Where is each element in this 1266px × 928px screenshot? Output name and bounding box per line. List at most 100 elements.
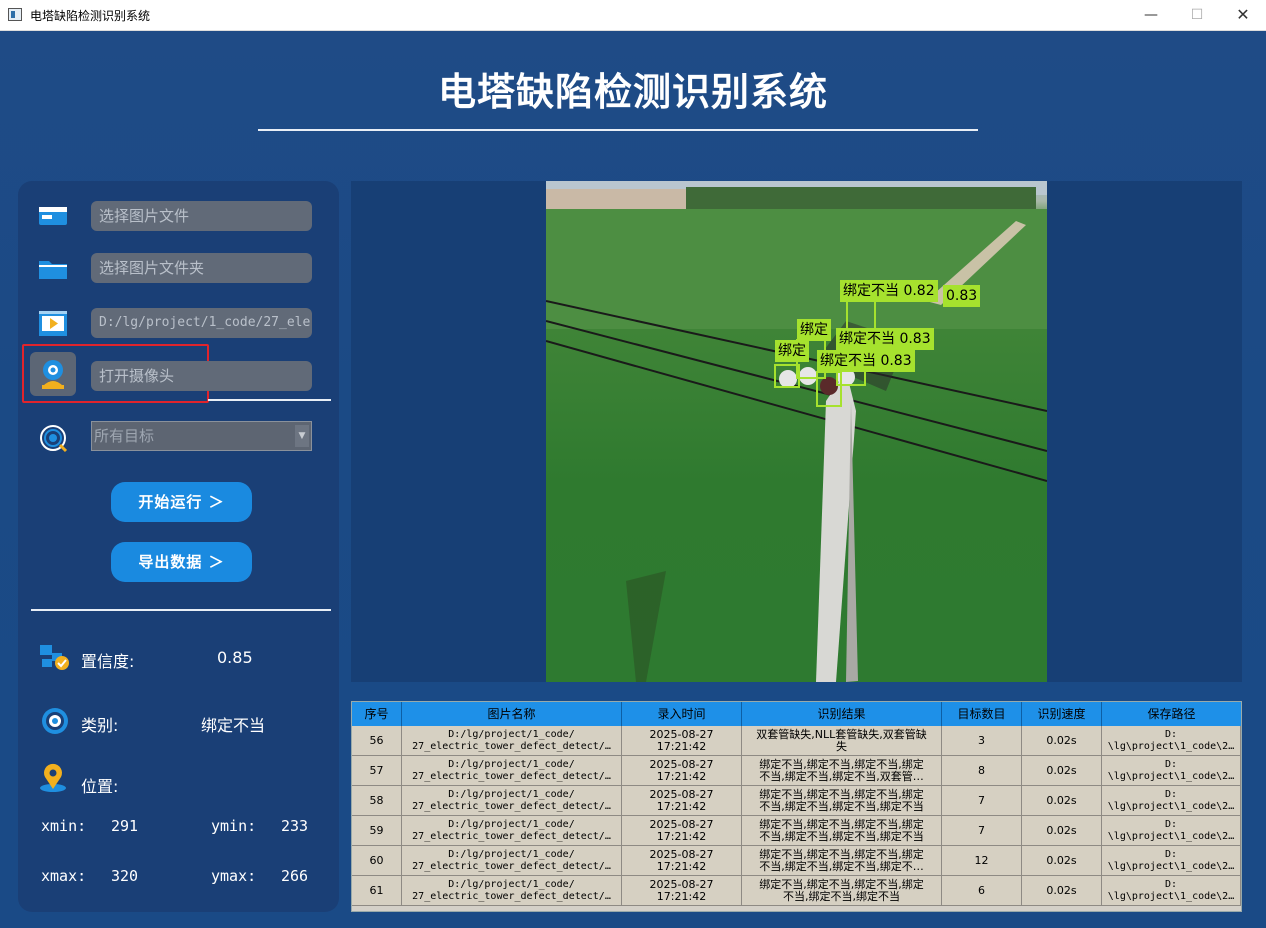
column-header[interactable]: 序号 — [352, 702, 402, 726]
table-cell-name: D:/lg/project/1_code/ 27_electric_tower_… — [402, 756, 622, 786]
table-cell-id: 56 — [352, 726, 402, 756]
class-label: 类别: — [81, 716, 119, 735]
table-cell-time: 2025-08-27 17:21:42 — [622, 876, 742, 906]
maximize-button[interactable]: ☐ — [1174, 0, 1220, 31]
ymax-value: 266 — [281, 867, 309, 885]
table-cell-time: 2025-08-27 17:21:42 — [622, 756, 742, 786]
table-cell-name: D:/lg/project/1_code/ 27_electric_tower_… — [402, 816, 622, 846]
location-icon — [40, 763, 66, 792]
xmax-value: 320 — [111, 867, 139, 885]
table-cell-id: 61 — [352, 876, 402, 906]
detection-label: 绑定不当 0.83 — [836, 328, 934, 350]
detection-image: 绑定不当 0.82 0.83 绑定 绑定不当 0.83 绑定 绑定不当 0.83 — [546, 181, 1047, 682]
table-cell-count: 8 — [942, 756, 1022, 786]
image-folder-input[interactable]: 选择图片文件夹 — [91, 253, 312, 283]
video-icon[interactable] — [36, 308, 70, 338]
column-header[interactable]: 识别结果 — [742, 702, 942, 726]
table-cell-time: 2025-08-27 17:21:42 — [622, 846, 742, 876]
table-cell-id: 60 — [352, 846, 402, 876]
table-cell-id: 59 — [352, 816, 402, 846]
column-header[interactable]: 目标数目 — [942, 702, 1022, 726]
export-button[interactable]: 导出数据 ＞ — [111, 542, 252, 582]
table-cell-count: 7 — [942, 816, 1022, 846]
video-path-input[interactable]: D:/lg/project/1_code/27_ele — [91, 308, 312, 338]
start-button[interactable]: 开始运行 ＞ — [111, 482, 252, 522]
target-select[interactable]: 所有目标 ▼ — [91, 421, 312, 451]
ymin-label: ymin: — [211, 817, 257, 835]
table-cell-speed: 0.02s — [1022, 726, 1102, 756]
table-cell-time: 2025-08-27 17:21:42 — [622, 816, 742, 846]
target-select-value: 所有目标 — [94, 427, 155, 445]
xmin-label: xmin: — [41, 817, 87, 835]
table-row[interactable]: 57 D:/lg/project/1_code/ 27_electric_towe… — [352, 756, 1241, 786]
table-row[interactable]: 60 D:/lg/project/1_code/ 27_electric_towe… — [352, 846, 1241, 876]
table-cell-count: 3 — [942, 726, 1022, 756]
detection-label: 绑定不当 0.83 — [817, 350, 915, 372]
window-title: 电塔缺陷检测识别系统 — [30, 9, 151, 23]
panel-divider — [31, 609, 331, 611]
table-cell-time: 2025-08-27 17:21:42 — [622, 786, 742, 816]
table-cell-path: D: \lg\project\1_code\2… — [1102, 786, 1241, 816]
ymin-value: 233 — [281, 817, 309, 835]
xmin-value: 291 — [111, 817, 139, 835]
xmax-label: xmax: — [41, 867, 87, 885]
app-icon — [8, 8, 22, 21]
table-cell-path: D: \lg\project\1_code\2… — [1102, 726, 1241, 756]
camera-button[interactable] — [30, 352, 76, 396]
minimize-button[interactable]: — — [1128, 0, 1174, 31]
class-icon — [42, 708, 68, 734]
table-row[interactable]: 61 D:/lg/project/1_code/ 27_electric_towe… — [352, 876, 1241, 906]
detection-label: 绑定 — [797, 319, 831, 341]
table-cell-path: D: \lg\project\1_code\2… — [1102, 876, 1241, 906]
column-header[interactable]: 录入时间 — [622, 702, 742, 726]
camera-input[interactable]: 打开摄像头 — [91, 361, 312, 391]
table-cell-speed: 0.02s — [1022, 816, 1102, 846]
control-panel: 选择图片文件 选择图片文件夹 D:/lg/project/1_code/27_e… — [18, 181, 339, 912]
detection-label: 0.83 — [943, 285, 981, 307]
table-cell-count: 6 — [942, 876, 1022, 906]
table-body: 56 D:/lg/project/1_code/ 27_electric_towe… — [352, 726, 1241, 912]
table-cell-result: 绑定不当,绑定不当,绑定不当,绑定 不当,绑定不当,绑定不当,绑定不当 — [742, 816, 942, 846]
column-header[interactable]: 保存路径 — [1102, 702, 1241, 726]
close-button[interactable]: ✕ — [1220, 0, 1266, 31]
aerial-scene — [546, 181, 1047, 682]
table-row[interactable]: 58 D:/lg/project/1_code/ 27_electric_towe… — [352, 786, 1241, 816]
table-cell-id: 57 — [352, 756, 402, 786]
window-titlebar: 电塔缺陷检测识别系统 — ☐ ✕ — [0, 0, 1266, 31]
table-cell-path: D: \lg\project\1_code\2… — [1102, 816, 1241, 846]
folder-icon[interactable] — [36, 253, 70, 283]
title-divider — [258, 129, 978, 131]
table-row[interactable]: 56 D:/lg/project/1_code/ 27_electric_towe… — [352, 726, 1241, 756]
table-cell-count: 12 — [942, 846, 1022, 876]
results-table[interactable]: 序号 图片名称 录入时间 识别结果 目标数目 识别速度 保存路径 56 D:/lg… — [351, 701, 1242, 912]
table-cell-result: 绑定不当,绑定不当,绑定不当,绑定 不当,绑定不当,绑定不当,绑定不… — [742, 846, 942, 876]
confidence-label: 置信度: — [81, 652, 135, 671]
chevron-down-icon[interactable]: ▼ — [295, 425, 309, 447]
column-header[interactable]: 图片名称 — [402, 702, 622, 726]
class-value: 绑定不当 — [201, 716, 266, 735]
table-cell-name: D:/lg/project/1_code/ 27_electric_tower_… — [402, 786, 622, 816]
table-cell-name: D:/lg/project/1_code/ 27_electric_tower_… — [402, 846, 622, 876]
table-cell-speed: 0.02s — [1022, 846, 1102, 876]
confidence-icon — [40, 645, 69, 670]
ymax-label: ymax: — [211, 867, 257, 885]
table-row[interactable]: 59 D:/lg/project/1_code/ 27_electric_towe… — [352, 816, 1241, 846]
table-cell-speed: 0.02s — [1022, 756, 1102, 786]
detection-label: 绑定 — [775, 340, 809, 362]
table-cell-name: D:/lg/project/1_code/ 27_electric_tower_… — [402, 726, 622, 756]
detection-box — [774, 364, 800, 388]
table-header: 序号 图片名称 录入时间 识别结果 目标数目 识别速度 保存路径 — [352, 702, 1241, 726]
main-area: 电塔缺陷检测识别系统 选择图片文件 选择图片文件夹 D:/lg/project/… — [0, 31, 1266, 928]
column-header[interactable]: 识别速度 — [1022, 702, 1102, 726]
table-cell-result: 双套管缺失,NLL套管缺失,双套管缺 失 — [742, 726, 942, 756]
detection-box — [816, 371, 842, 407]
table-cell-path: D: \lg\project\1_code\2… — [1102, 846, 1241, 876]
image-file-input[interactable]: 选择图片文件 — [91, 201, 312, 231]
position-label: 位置: — [81, 777, 119, 796]
image-file-icon[interactable] — [36, 201, 70, 231]
table-cell-speed: 0.02s — [1022, 876, 1102, 906]
confidence-value: 0.85 — [217, 648, 253, 667]
target-icon — [40, 425, 68, 453]
table-cell-result: 绑定不当,绑定不当,绑定不当,绑定 不当,绑定不当,绑定不当 — [742, 876, 942, 906]
image-display: 绑定不当 0.82 0.83 绑定 绑定不当 0.83 绑定 绑定不当 0.83 — [351, 181, 1242, 682]
